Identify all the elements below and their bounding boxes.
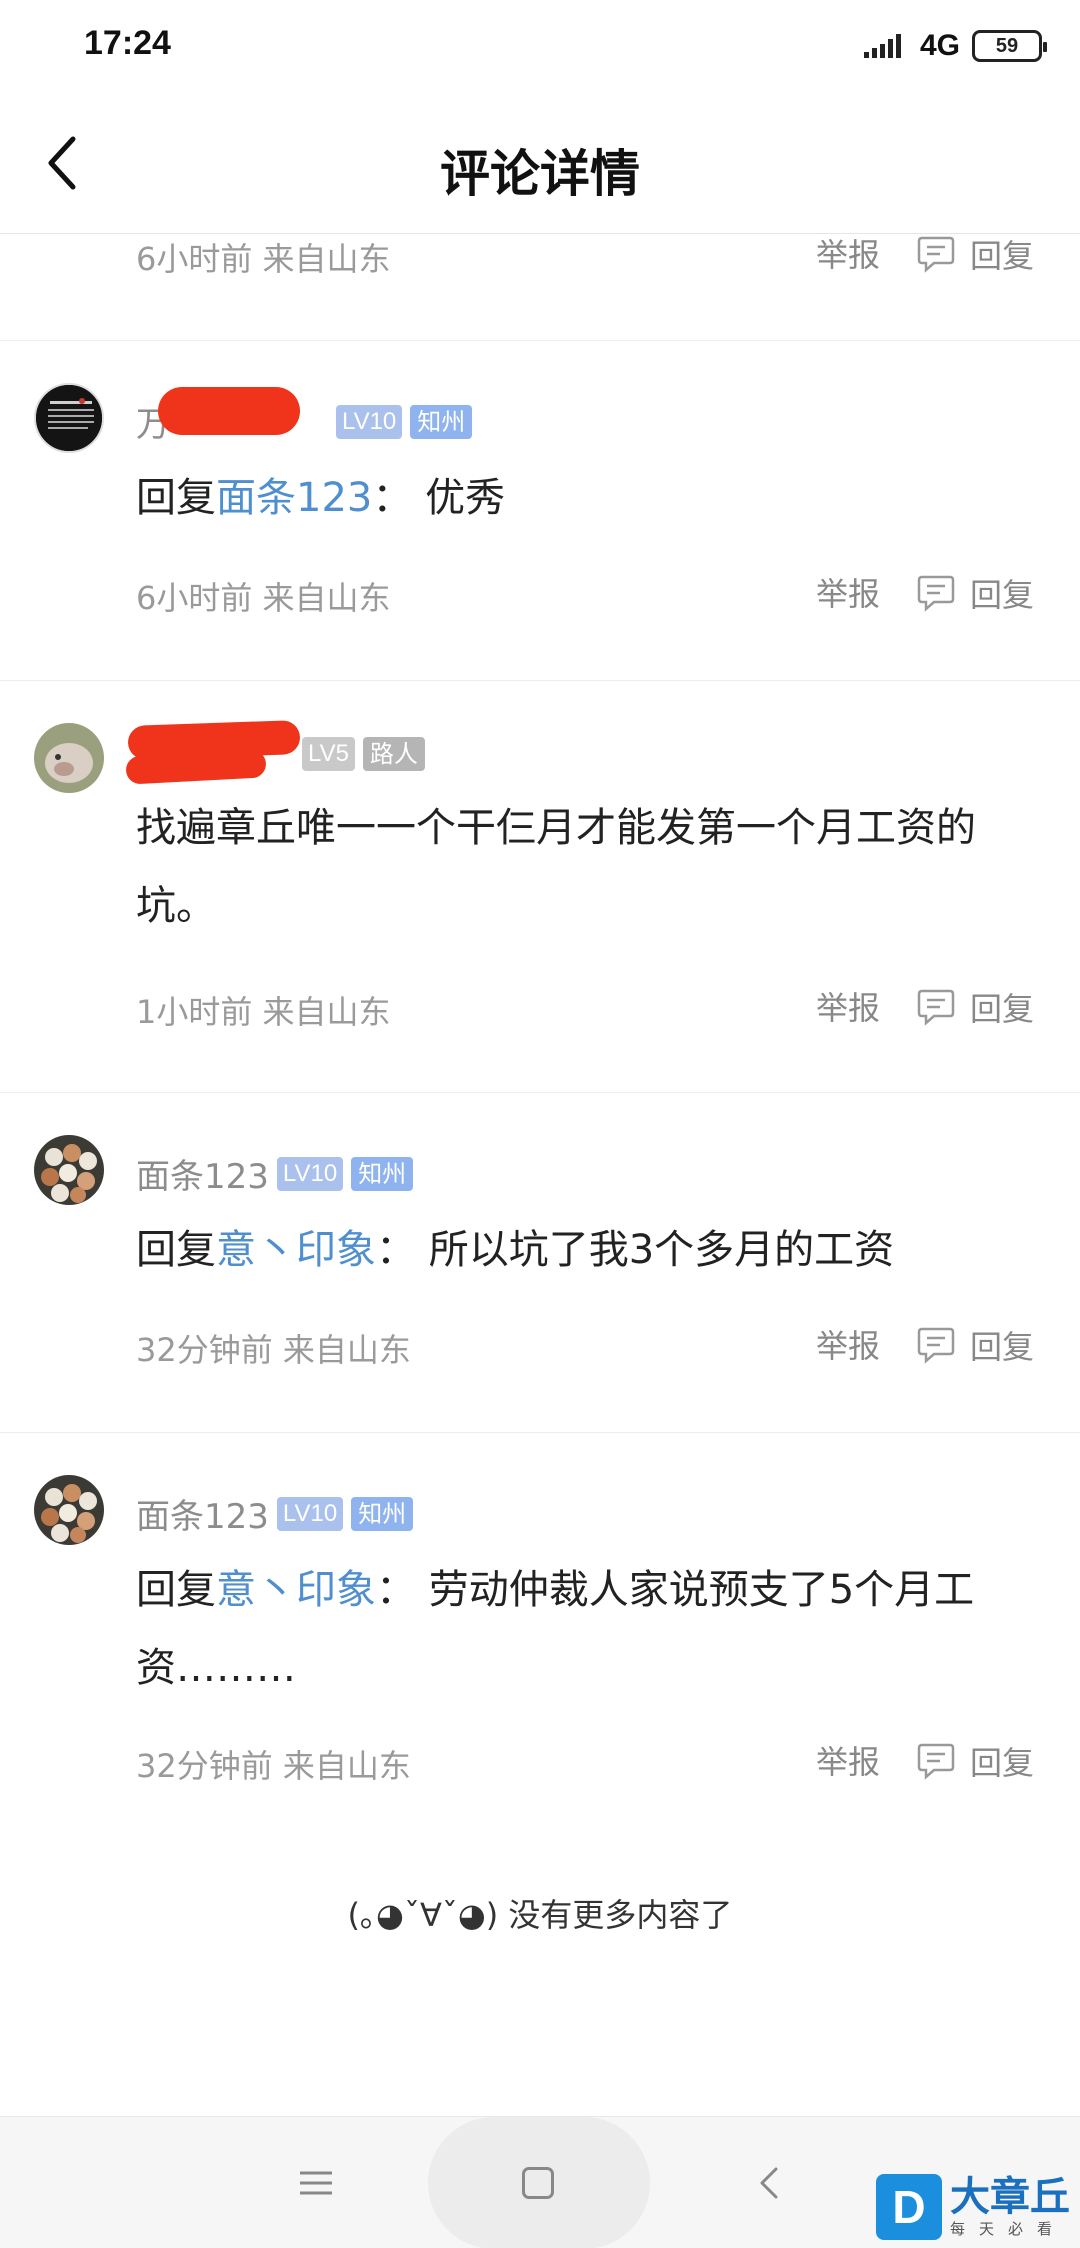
- user-name[interactable]: 面条123: [136, 1489, 269, 1538]
- reply-label: 回复: [970, 990, 1035, 1028]
- status-time: 17:24: [84, 24, 171, 62]
- reply-separator: ：: [372, 475, 413, 521]
- comment-text: 回复意丶印象： 劳动仲裁人家说预支了5个月工资………: [136, 1551, 1016, 1707]
- speech-bubble-icon: [917, 1743, 955, 1780]
- avatar[interactable]: [34, 383, 104, 453]
- watermark-text: 大章丘 每天必看: [950, 2175, 1070, 2239]
- comment-item: LV5 路人 找遍章丘唯一一个干仨月才能发第一个月工资的坑。 1小时前 来自山东…: [0, 680, 1080, 1092]
- square-icon: [522, 2167, 554, 2199]
- user-line: 面条123 LV10 知州: [136, 1149, 414, 1198]
- reply-label: 回复: [970, 576, 1035, 614]
- nav-back-icon[interactable]: [748, 2161, 792, 2205]
- comment-body: 优秀: [425, 475, 506, 521]
- battery-level: 59: [995, 34, 1019, 57]
- user-line: 面条123 LV10 知州: [136, 1489, 414, 1538]
- level-badge: LV10: [276, 1156, 344, 1191]
- redaction-mark: [158, 387, 300, 435]
- reply-separator: ：: [376, 1227, 416, 1273]
- comment-list: 6小时前 来自山东 举报 回复 万 LV10 知州 回复面条123： 优秀 6小…: [0, 234, 1080, 1852]
- watermark-logo: D 大章丘 每天必看: [876, 2174, 1070, 2240]
- redaction-mark: [125, 749, 267, 785]
- rank-badge: 知州: [410, 404, 473, 439]
- speech-bubble-icon: [917, 575, 955, 612]
- speech-bubble-icon: [917, 989, 955, 1026]
- comment-text: 找遍章丘唯一一个干仨月才能发第一个月工资的坑。: [136, 789, 1016, 945]
- status-bar: 17:24 4G 59: [0, 0, 1080, 96]
- status-indicators: 4G 59: [863, 26, 1047, 66]
- level-badge: LV10: [276, 1496, 344, 1531]
- comment-text: 回复面条123： 优秀: [136, 459, 1016, 537]
- rank-badge: 知州: [351, 1156, 414, 1191]
- reply-label: 回复: [970, 1328, 1035, 1366]
- partial-comment-meta: 6小时前 来自山东 举报 回复: [0, 234, 1080, 340]
- comment-meta: 1小时前 来自山东: [136, 993, 391, 1031]
- network-type: 4G: [919, 29, 960, 62]
- reply-label: 回复: [970, 237, 1035, 275]
- header: 评论详情: [0, 96, 1080, 234]
- reply-prefix: 回复: [136, 1567, 216, 1613]
- comment-meta: 32分钟前 来自山东: [136, 1747, 411, 1785]
- report-button[interactable]: 举报: [816, 1737, 880, 1783]
- speech-bubble-icon: [917, 1327, 955, 1364]
- signal-icon: [863, 34, 901, 58]
- reply-button[interactable]: 回复: [916, 571, 1034, 615]
- comment-text: 回复意丶印象： 所以坑了我3个多月的工资: [136, 1211, 1016, 1289]
- logo-icon: D: [876, 2174, 942, 2240]
- end-of-list-note: (｡◕ˇ∀ˇ◕) 没有更多内容了: [347, 1896, 733, 1934]
- reply-label: 回复: [970, 1744, 1035, 1782]
- reply-separator: ：: [376, 1567, 416, 1613]
- comment-item: 万 LV10 知州 回复面条123： 优秀 6小时前 来自山东 举报 回复: [0, 340, 1080, 680]
- avatar-image: [34, 1475, 104, 1545]
- watermark-title: 大章丘: [950, 2174, 1070, 2220]
- comment-meta: 6小时前 来自山东: [136, 579, 391, 617]
- hamburger-icon[interactable]: [290, 2157, 342, 2209]
- comment-meta: 32分钟前 来自山东: [136, 1331, 411, 1369]
- reply-button[interactable]: 回复: [916, 1323, 1034, 1367]
- avatar-image: [36, 385, 102, 451]
- reply-target-link[interactable]: 意丶印象: [216, 1227, 376, 1273]
- speech-bubble-icon: [917, 236, 955, 273]
- comment-item: 面条123 LV10 知州 回复意丶印象： 劳动仲裁人家说预支了5个月工资…………: [0, 1432, 1080, 1852]
- comment-body: 找遍章丘唯一一个干仨月才能发第一个月工资的坑。: [136, 805, 976, 929]
- avatar-image: [34, 723, 104, 793]
- level-badge: LV10: [336, 404, 403, 439]
- reply-prefix: 回复: [136, 475, 216, 521]
- watermark-subtitle: 每天必看: [950, 2220, 1067, 2238]
- avatar-image: [34, 1135, 104, 1205]
- page-title: 评论详情: [440, 145, 640, 203]
- reply-prefix: 回复: [136, 1227, 216, 1273]
- reply-button[interactable]: 回复: [916, 1739, 1034, 1783]
- report-button[interactable]: 举报: [816, 569, 880, 615]
- report-button[interactable]: 举报: [816, 1321, 880, 1367]
- reply-target-link[interactable]: 意丶印象: [216, 1567, 376, 1613]
- reply-button[interactable]: 回复: [916, 232, 1034, 276]
- comment-body: 所以坑了我3个多月的工资: [428, 1227, 895, 1273]
- comment-meta: 6小时前 来自山东: [136, 240, 391, 278]
- battery-icon: 59: [972, 30, 1047, 62]
- avatar[interactable]: [34, 723, 104, 793]
- reply-target-link[interactable]: 面条123: [216, 475, 372, 521]
- level-badge: LV5: [302, 737, 355, 771]
- report-button[interactable]: 举报: [816, 983, 880, 1029]
- avatar[interactable]: [34, 1135, 104, 1205]
- reply-button[interactable]: 回复: [916, 985, 1034, 1029]
- rank-badge: 路人: [362, 737, 425, 771]
- avatar[interactable]: [34, 1475, 104, 1545]
- user-name[interactable]: 面条123: [136, 1149, 269, 1198]
- report-button[interactable]: 举报: [816, 230, 880, 276]
- rank-badge: 知州: [351, 1496, 414, 1531]
- comment-item: 面条123 LV10 知州 回复意丶印象： 所以坑了我3个多月的工资 32分钟前…: [0, 1092, 1080, 1432]
